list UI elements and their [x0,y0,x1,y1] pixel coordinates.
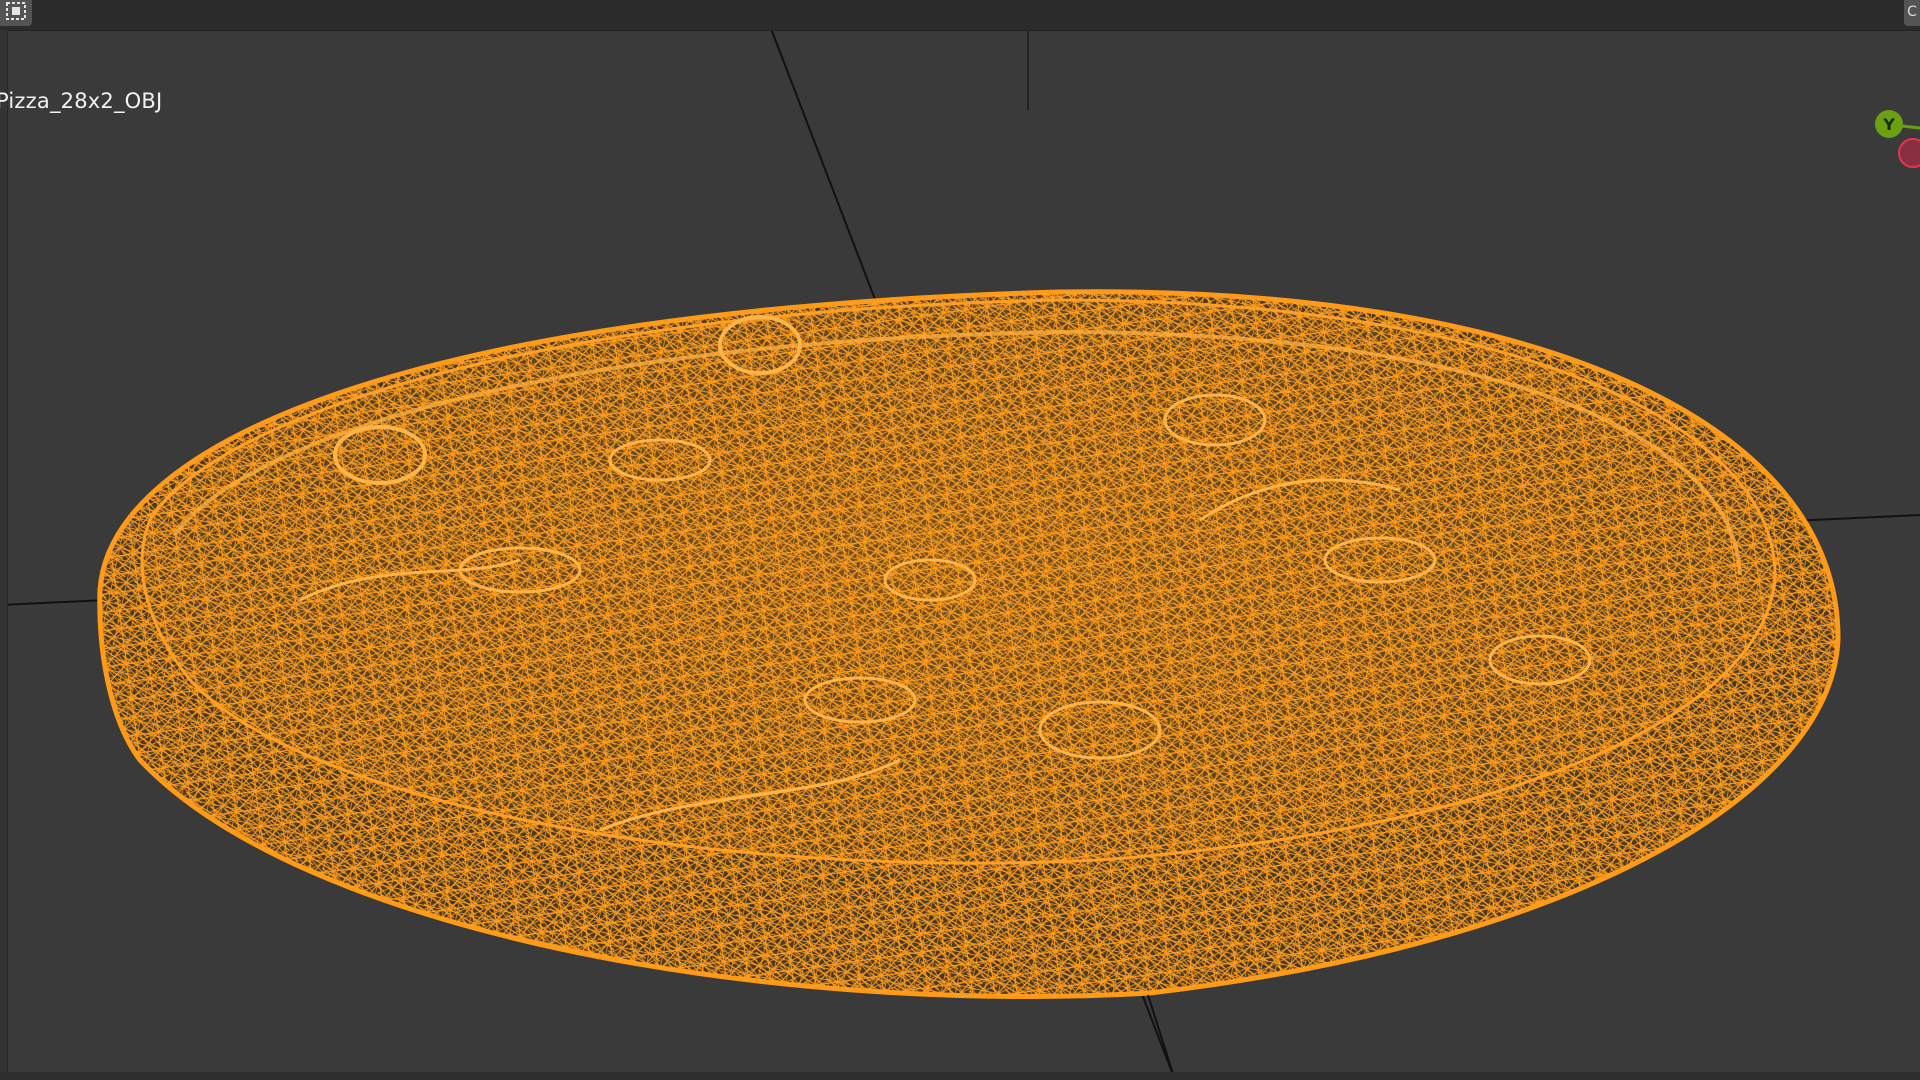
grid-axis-line-y-lower [1147,994,1176,1080]
pizza-wireframe-mesh [97,289,1841,999]
gizmo-negative-x-axis-button[interactable] [1898,138,1920,168]
gizmo-y-axis-button[interactable]: Y [1875,110,1903,138]
active-object-name: Pizza_28x2_OBJ [0,89,163,113]
viewport-header [0,0,1920,31]
scene-canvas[interactable] [0,0,1920,1080]
navigation-gizmo[interactable]: Y [1860,100,1920,180]
select-box-icon [5,1,27,25]
toolbar-edge [0,30,8,1072]
3d-viewport[interactable]: C Pizza_28x2_OBJ Y [0,0,1920,1080]
viewport-footer [0,1072,1920,1080]
select-mode-button[interactable] [0,0,32,26]
corner-options-button[interactable]: C [1904,0,1920,26]
